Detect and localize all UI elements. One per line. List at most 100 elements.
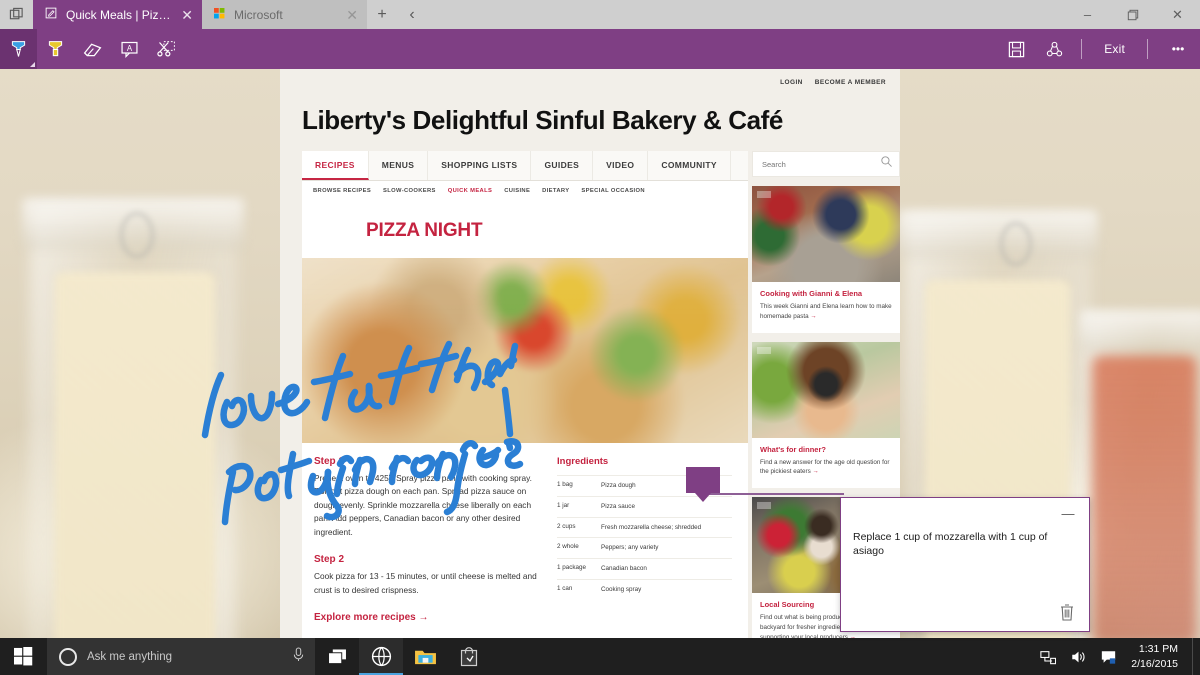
step-2-text: Cook pizza for 13 - 15 minutes, or until… [314, 571, 537, 595]
close-icon[interactable]: ✕ [346, 8, 358, 22]
note-tool[interactable]: A [111, 29, 148, 69]
card-title: Cooking with Gianni & Elena [760, 289, 863, 298]
subnav-dietary[interactable]: DIETARY [542, 188, 569, 194]
become-member-link[interactable]: BECOME A MEMBER [815, 79, 886, 86]
svg-text:A: A [127, 43, 133, 52]
nav-guides[interactable]: GUIDES [531, 151, 594, 180]
step-1-text: Preheat oven to 425˚. Spray pizza pans w… [314, 473, 532, 537]
pen-tool[interactable] [0, 29, 37, 69]
windows-taskbar: Ask me anything 1:31 PM 2/16/2015 [0, 638, 1200, 675]
nav-shopping-lists[interactable]: SHOPPING LISTS [428, 151, 532, 180]
minimize-button[interactable]: – [1065, 0, 1110, 29]
recipe-hero-image [302, 258, 748, 443]
microphone-icon[interactable] [292, 646, 305, 667]
start-button[interactable] [0, 638, 47, 675]
wallpaper-grain [55, 272, 215, 662]
ingredient-qty: 1 jar [557, 501, 570, 509]
search-icon[interactable] [880, 155, 893, 173]
more-options-button[interactable]: ••• [1156, 29, 1200, 69]
collapse-tabs-icon[interactable]: ‹ [397, 0, 427, 29]
highlighter-tool[interactable] [37, 29, 74, 69]
note-anchor-marker[interactable] [686, 467, 720, 502]
login-link[interactable]: LOGIN [780, 79, 803, 86]
nav-community[interactable]: COMMUNITY [648, 151, 731, 180]
site-search[interactable] [752, 151, 900, 177]
eraser-tool[interactable] [74, 29, 111, 69]
card-text: This week Gianni and Elena learn how to … [760, 302, 892, 322]
network-icon[interactable] [1033, 638, 1063, 675]
toolbar-divider [1147, 39, 1148, 59]
taskbar-app-store[interactable] [447, 638, 491, 675]
note-text[interactable]: Replace 1 cup of mozzarella with 1 cup o… [853, 530, 1077, 558]
ingredient-name: Cooking spray [601, 585, 642, 593]
taskbar-app-file-explorer[interactable] [403, 638, 447, 675]
ingredient-row: 1 package Canadian bacon [557, 558, 732, 579]
ingredients-heading: Ingredients [557, 456, 609, 467]
search-placeholder: Ask me anything [87, 650, 173, 663]
wallpaper-jar-clip [120, 212, 154, 258]
wallpaper-jar-rim [1080, 310, 1200, 352]
toolbar-divider [1081, 39, 1083, 59]
recipe-title: PIZZA NIGHT [302, 202, 748, 258]
microsoft-logo-icon [214, 7, 225, 22]
ingredient-row: 2 cups Fresh mozzarella cheese; shredded [557, 516, 732, 538]
subnav-quick-meals[interactable]: QUICK MEALS [448, 188, 492, 194]
main-content: RECIPES MENUS SHOPPING LISTS GUIDES VIDE… [302, 151, 748, 639]
nav-recipes[interactable]: RECIPES [302, 151, 369, 180]
exit-button[interactable]: Exit [1090, 42, 1139, 56]
note-edit-icon [45, 7, 57, 22]
card-arrow-icon: → [812, 468, 819, 476]
step-1-heading: Step 1 [314, 456, 345, 467]
taskbar-app-edge[interactable] [359, 638, 403, 675]
clip-tool[interactable] [148, 29, 185, 69]
nav-menus[interactable]: MENUS [369, 151, 429, 180]
recipe-steps: Step 1 Preheat oven to 425˚. Spray pizza… [302, 456, 557, 637]
task-view-icon[interactable] [315, 638, 359, 675]
subnav-cuisine[interactable]: CUISINE [504, 188, 530, 194]
show-desktop-button[interactable] [1192, 638, 1200, 675]
close-button[interactable]: ✕ [1155, 0, 1200, 29]
search-input[interactable] [762, 159, 880, 169]
close-icon[interactable]: ✕ [181, 8, 193, 22]
trash-icon[interactable] [1059, 603, 1075, 621]
screen: Quick Meals | Pizza Night ✕ Microsoft ✕ … [0, 0, 1200, 675]
rail-card-dinner[interactable]: What's for dinner? Find a new answer for… [752, 341, 900, 488]
card-image [752, 186, 900, 282]
cortana-search-box[interactable]: Ask me anything [47, 638, 315, 675]
subnav-special-occasion[interactable]: SPECIAL OCCASION [581, 188, 644, 194]
typed-note-popup[interactable]: — Replace 1 cup of mozzarella with 1 cup… [840, 497, 1090, 632]
secondary-nav: BROWSE RECIPES SLOW-COOKERS QUICK MEALS … [302, 181, 748, 202]
card-text: Find a new answer for the age old questi… [760, 458, 892, 478]
tab-preview-icon[interactable] [0, 0, 33, 29]
nav-video[interactable]: VIDEO [593, 151, 649, 180]
card-text-body: Find a new answer for the age old questi… [760, 458, 890, 476]
ingredient-row: 2 whole Peppers; any variety [557, 537, 732, 558]
site-account-bar: LOGIN BECOME A MEMBER [280, 69, 900, 95]
ink-toolbar: A Exit ••• [0, 29, 1200, 69]
tab-title: Quick Meals | Pizza Night [66, 7, 172, 22]
tab-quick-meals[interactable]: Quick Meals | Pizza Night ✕ [33, 0, 202, 29]
wallpaper-jar-rim [898, 210, 1098, 258]
share-button[interactable] [1035, 29, 1073, 69]
ingredient-name: Pizza sauce [601, 502, 635, 510]
maximize-button[interactable] [1110, 0, 1155, 29]
step-2-heading: Step 2 [314, 554, 345, 566]
new-tab-button[interactable]: + [367, 0, 397, 29]
subnav-slow-cookers[interactable]: SLOW-COOKERS [383, 188, 436, 194]
clock-time: 1:31 PM [1138, 643, 1178, 656]
save-button[interactable] [997, 29, 1035, 69]
tab-microsoft[interactable]: Microsoft ✕ [202, 0, 367, 29]
wallpaper-jar-clip [1000, 222, 1032, 266]
explore-more-recipes-link[interactable]: Explore more recipes → [314, 612, 543, 637]
cortana-circle-icon [59, 647, 77, 666]
note-minimize-button[interactable]: — [1059, 507, 1077, 520]
card-title: What's for dinner? [760, 444, 826, 454]
ingredient-qty: 2 whole [557, 543, 579, 551]
subnav-browse-recipes[interactable]: BROWSE RECIPES [313, 188, 371, 194]
page-title: Liberty's Delightful Sinful Bakery & Caf… [302, 105, 783, 135]
rail-card-cooking[interactable]: Cooking with Gianni & Elena This week Gi… [752, 186, 900, 333]
clock[interactable]: 1:31 PM 2/16/2015 [1123, 642, 1192, 670]
volume-icon[interactable] [1063, 638, 1093, 675]
action-center-icon[interactable] [1093, 638, 1123, 675]
browser-tab-strip: Quick Meals | Pizza Night ✕ Microsoft ✕ … [0, 0, 1200, 29]
